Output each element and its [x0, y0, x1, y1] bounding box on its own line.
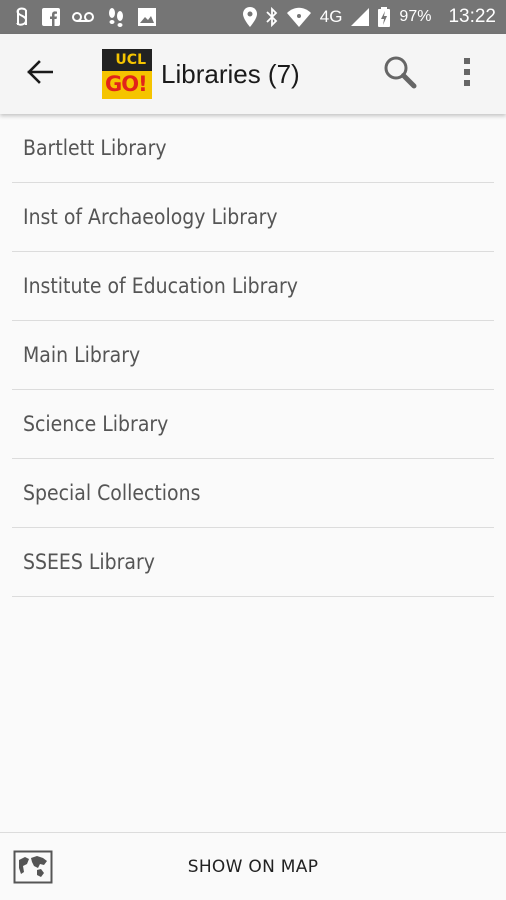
- list-item-bartlett-library[interactable]: Bartlett Library: [12, 114, 494, 183]
- footsteps-icon: [106, 7, 126, 27]
- list-item-ssees-library[interactable]: SSEES Library: [12, 528, 494, 597]
- logo-ucl-text: UCL: [102, 49, 152, 71]
- list-item-label: Special Collections: [23, 481, 201, 505]
- app-bar-actions: [376, 50, 506, 98]
- search-icon: [383, 55, 417, 94]
- app-bar: UCL GO! Libraries (7): [0, 34, 506, 114]
- list-item-main-library[interactable]: Main Library: [12, 321, 494, 390]
- signal-icon: [351, 7, 370, 27]
- list-item-label: Main Library: [23, 343, 141, 367]
- battery-percent: 97%: [399, 8, 432, 25]
- list-item-special-collections[interactable]: Special Collections: [12, 459, 494, 528]
- s-app-icon: [14, 7, 30, 27]
- more-vert-icon: [463, 57, 471, 92]
- ucl-go-logo: UCL GO!: [102, 49, 152, 99]
- list-item-label: Inst of Archaeology Library: [23, 205, 278, 229]
- battery-charging-icon: [378, 7, 391, 27]
- list-item-label: SSEES Library: [23, 550, 155, 574]
- bottom-bar: SHOW ON MAP: [0, 832, 506, 900]
- status-bar: 4G 97% 13:22: [0, 0, 506, 34]
- back-button[interactable]: [16, 50, 64, 98]
- network-type: 4G: [319, 7, 343, 26]
- list-item-institute-of-education-library[interactable]: Institute of Education Library: [12, 252, 494, 321]
- clock: 13:22: [448, 6, 496, 27]
- notification-icons: [14, 7, 156, 27]
- more-options-button[interactable]: [452, 50, 482, 98]
- list-item-label: Bartlett Library: [23, 136, 167, 160]
- show-on-map-button[interactable]: SHOW ON MAP: [0, 857, 506, 877]
- library-list: Bartlett Library Inst of Archaeology Lib…: [0, 114, 506, 597]
- wifi-icon: [286, 7, 311, 27]
- arrow-left-icon: [27, 59, 54, 89]
- image-icon: [138, 7, 156, 27]
- list-item-inst-of-archaeology-library[interactable]: Inst of Archaeology Library: [12, 183, 494, 252]
- voicemail-icon: [72, 7, 94, 27]
- page-title: Libraries (7): [161, 58, 300, 89]
- logo-go-text: GO!: [105, 71, 148, 97]
- location-icon: [242, 7, 257, 27]
- search-button[interactable]: [376, 50, 424, 98]
- list-item-science-library[interactable]: Science Library: [12, 390, 494, 459]
- bluetooth-icon: [266, 7, 278, 27]
- facebook-icon: [42, 7, 60, 27]
- system-status: 4G 97% 13:22: [242, 6, 496, 28]
- list-item-label: Institute of Education Library: [23, 274, 298, 298]
- list-item-label: Science Library: [23, 412, 169, 436]
